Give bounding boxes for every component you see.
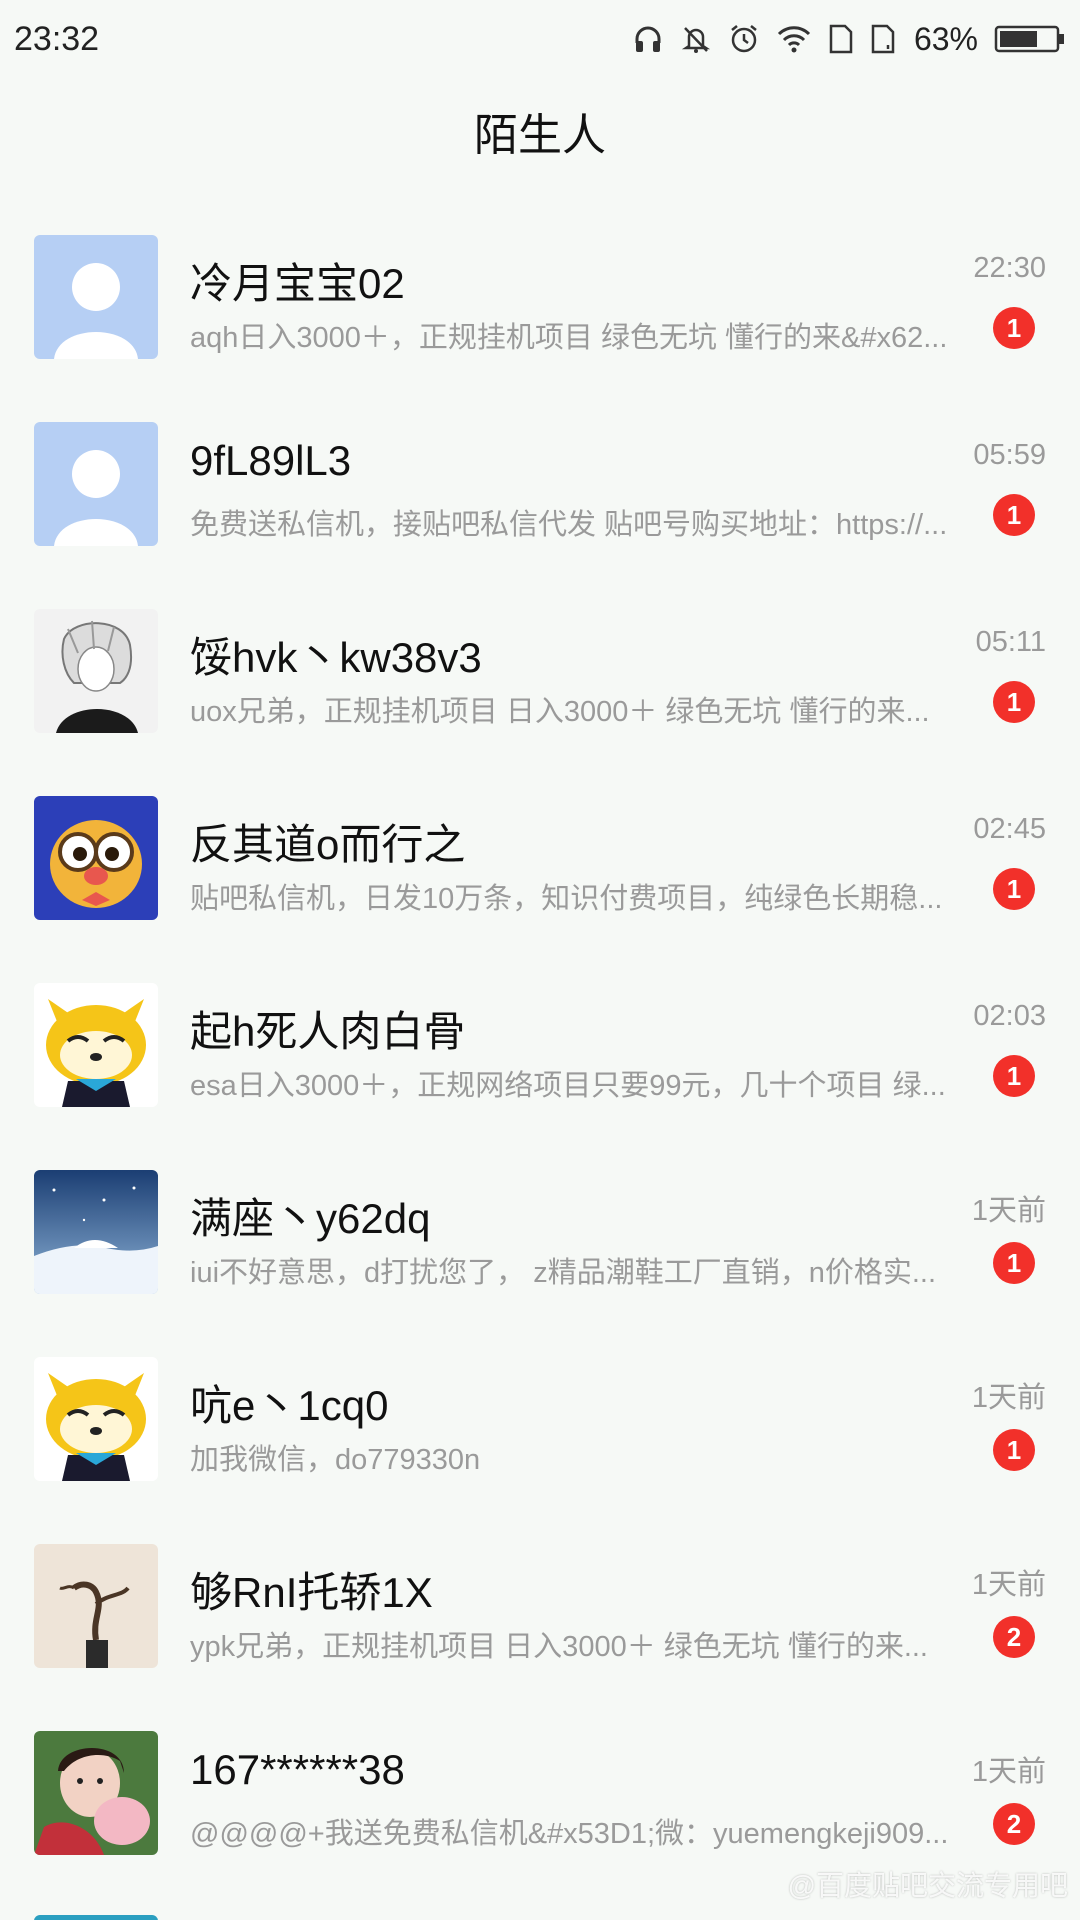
conversation-row[interactable]: 够RnI托轿1X 1天前 ypk兄弟，正规挂机项目 日入3000＋ 绿色无坑 懂… <box>0 1509 1080 1696</box>
conversation-name: 够RnI托轿1X <box>190 1569 433 1616</box>
conversation-time: 02:45 <box>973 813 1046 845</box>
conversation-row[interactable]: 馁hvk丶kw38v3 05:11 uox兄弟，正规挂机项目 日入3000＋ 绿… <box>0 574 1080 761</box>
raccoon-avatar[interactable] <box>34 1357 158 1481</box>
unread-badge: 1 <box>993 1242 1035 1284</box>
conversation-preview: 免费送私信机，接贴吧私信代发 贴吧号购买地址：https://... <box>190 509 948 541</box>
conversation-time: 22:30 <box>973 252 1046 284</box>
unread-badge: 1 <box>993 868 1035 910</box>
unread-badge: 2 <box>993 1616 1035 1658</box>
conversation-name: 满座丶y62dq <box>190 1195 431 1242</box>
conversation-row[interactable]: 反其道o而行之 02:45 贴吧私信机，日发10万条，知识付费项目，纯绿色长期稳… <box>0 761 1080 948</box>
conversation-time: 1天前 <box>971 1382 1046 1414</box>
conversation-name: 167******38 <box>190 1746 405 1793</box>
alarm-icon <box>728 23 760 55</box>
unread-badge: 1 <box>993 681 1035 723</box>
conversation-name: 反其道o而行之 <box>190 821 466 868</box>
conversation-row[interactable]: 167******38 1天前 @@@@+我送免费私信机&#x53D1;微：yu… <box>0 1696 1080 1883</box>
conversation-time: 05:59 <box>973 439 1046 471</box>
bonsai-avatar[interactable] <box>34 1544 158 1668</box>
conversation-time: 1天前 <box>971 1756 1046 1788</box>
screen: 23:32 63% 陌生人 冷月宝宝02 22:30 aqh日入3000＋，正规… <box>0 0 1080 1920</box>
conversation-time: 1天前 <box>971 1569 1046 1601</box>
snow-avatar[interactable] <box>34 1170 158 1294</box>
unread-badge: 1 <box>993 494 1035 536</box>
conversation-row[interactable]: 满座丶y62dq 1天前 iui不好意思，d打扰您了， z精品潮鞋工厂直销，n价… <box>0 1135 1080 1322</box>
conversation-preview: aqh日入3000＋，正规挂机项目 绿色无坑 懂行的来&#x62... <box>190 322 948 354</box>
anime-avatar[interactable] <box>34 609 158 733</box>
raccoon-avatar[interactable] <box>34 983 158 1107</box>
mute-bell-icon <box>680 23 712 55</box>
sim1-icon <box>828 23 854 55</box>
conversation-preview: uox兄弟，正规挂机项目 日入3000＋ 绿色无坑 懂行的来... <box>190 696 930 728</box>
watermark: @百度贴吧交流专用吧 <box>787 1870 1068 1901</box>
conversation-list: 冷月宝宝02 22:30 aqh日入3000＋，正规挂机项目 绿色无坑 懂行的来… <box>0 200 1080 1883</box>
conversation-preview: iui不好意思，d打扰您了， z精品潮鞋工厂直销，n价格实... <box>190 1257 937 1289</box>
unread-badge: 1 <box>993 307 1035 349</box>
conversation-name: 9fL89lL3 <box>190 437 352 484</box>
conversation-time: 05:11 <box>975 626 1046 658</box>
conversation-preview: 贴吧私信机，日发10万条，知识付费项目，纯绿色长期稳... <box>190 883 943 915</box>
wifi-icon <box>776 23 812 55</box>
unread-badge: 1 <box>993 1055 1035 1097</box>
battery-icon <box>994 24 1066 54</box>
conversation-preview: 加我微信，do779330n <box>190 1444 481 1476</box>
default-avatar[interactable] <box>34 235 158 359</box>
conversation-row[interactable]: 起h死人肉白骨 02:03 esa日入3000＋，正规网络项目只要99元，几十个… <box>0 948 1080 1135</box>
conversation-row[interactable]: 冷月宝宝02 22:30 aqh日入3000＋，正规挂机项目 绿色无坑 懂行的来… <box>0 200 1080 387</box>
status-icons: 63% <box>632 21 1066 58</box>
conversation-preview: esa日入3000＋，正规网络项目只要99元，几十个项目 绿... <box>190 1070 946 1102</box>
sim2-icon <box>870 23 896 55</box>
battery-percent: 63% <box>913 20 978 57</box>
conversation-name: 起h死人肉白骨 <box>190 1008 466 1055</box>
conversation-name: 吭e丶1cq0 <box>190 1382 389 1429</box>
conversation-row[interactable]: 9fL89lL3 05:59 免费送私信机，接贴吧私信代发 贴吧号购买地址：ht… <box>0 387 1080 574</box>
unread-badge: 2 <box>993 1803 1035 1845</box>
status-bar: 23:32 63% <box>0 0 1080 78</box>
conversation-preview: ypk兄弟，正规挂机项目 日入3000＋ 绿色无坑 懂行的来... <box>190 1631 928 1663</box>
headphones-icon <box>632 23 664 55</box>
conversation-name: 冷月宝宝02 <box>190 260 405 307</box>
owl-avatar[interactable] <box>34 796 158 920</box>
status-time: 23:32 <box>14 19 100 58</box>
unread-badge: 1 <box>993 1429 1035 1471</box>
conversation-row[interactable]: 吭e丶1cq0 1天前 加我微信，do779330n 1 <box>0 1322 1080 1509</box>
conversation-time: 02:03 <box>973 1000 1046 1032</box>
default-avatar[interactable] <box>34 422 158 546</box>
conversation-preview: @@@@+我送免费私信机&#x53D1;微：yuemengkeji909... <box>190 1818 949 1850</box>
conversation-time: 1天前 <box>971 1195 1046 1227</box>
conversation-name: 馁hvk丶kw38v3 <box>190 634 482 681</box>
next-avatar-partial <box>34 1915 158 1920</box>
photo-avatar[interactable] <box>34 1731 158 1855</box>
page-title: 陌生人 <box>474 111 606 160</box>
